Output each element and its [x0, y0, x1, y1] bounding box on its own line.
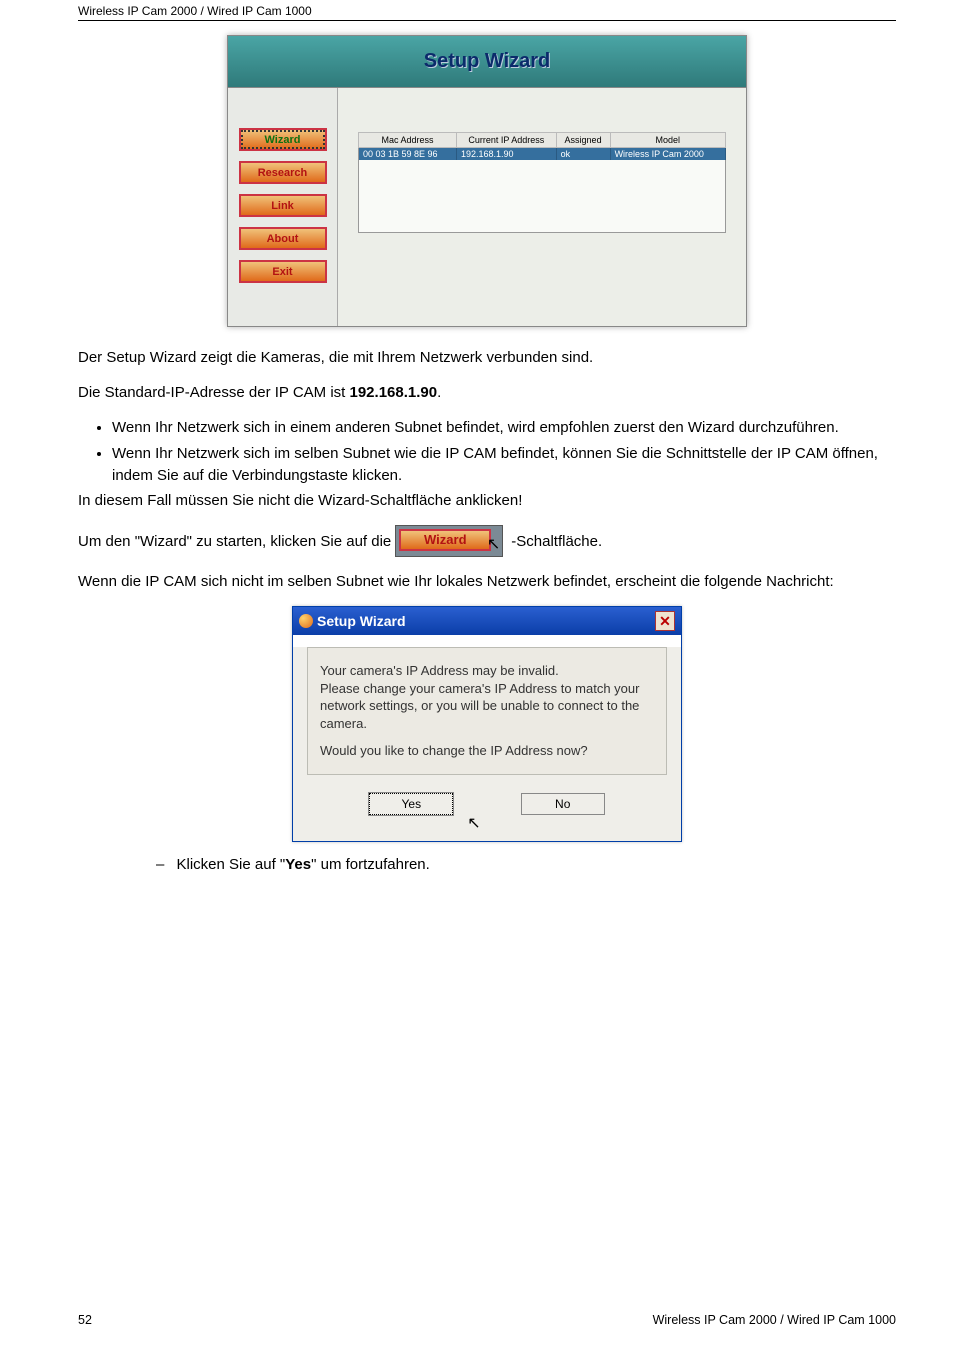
- close-button[interactable]: ✕: [655, 611, 675, 631]
- cell-mac: 00 03 1B 59 8E 96: [359, 148, 457, 161]
- wizard-body: Wizard Research Link About Exit Mac Addr…: [227, 87, 747, 327]
- text: Die Standard-IP-Adresse der IP CAM ist: [78, 384, 350, 401]
- wizard-banner: Setup Wizard: [227, 35, 747, 87]
- ip-warning-dialog: Setup Wizard ✕ Your camera's IP Address …: [292, 606, 682, 842]
- text: -Schaltfläche.: [511, 531, 602, 552]
- wizard-main: Mac Address Current IP Address Assigned …: [338, 88, 746, 326]
- sidebar-exit-button[interactable]: Exit: [239, 260, 327, 283]
- inline-wizard-button-image: Wizard ↖: [395, 525, 503, 557]
- dialog-message: Your camera's IP Address may be invalid.…: [307, 647, 667, 775]
- text: " um fortzufahren.: [311, 856, 430, 873]
- cursor-icon: ↖: [467, 813, 480, 833]
- th-mac: Mac Address: [359, 133, 457, 148]
- paragraph: Die Standard-IP-Adresse der IP CAM ist 1…: [78, 382, 896, 403]
- wizard-start-line: Um den "Wizard" zu starten, klicken Sie …: [78, 525, 896, 557]
- app-icon: [299, 614, 313, 628]
- text: Klicken Sie auf ": [177, 856, 286, 873]
- table-header-row: Mac Address Current IP Address Assigned …: [359, 133, 726, 148]
- text: Um den "Wizard" zu starten, klicken Sie …: [78, 531, 391, 552]
- footer-text: Wireless IP Cam 2000 / Wired IP Cam 1000: [653, 1313, 896, 1327]
- cell-model: Wireless IP Cam 2000: [610, 148, 725, 161]
- page-number: 52: [78, 1313, 92, 1327]
- yes-button[interactable]: Yes: [369, 793, 453, 815]
- paragraph: Wenn die IP CAM sich nicht im selben Sub…: [78, 571, 896, 592]
- cursor-icon: ↖: [487, 534, 500, 556]
- yes-bold: Yes: [285, 856, 311, 873]
- wizard-button[interactable]: Wizard: [399, 529, 491, 551]
- dialog-title: Setup Wizard: [317, 613, 406, 629]
- header-title: Wireless IP Cam 2000 / Wired IP Cam 1000: [78, 4, 312, 18]
- th-ip: Current IP Address: [457, 133, 557, 148]
- page-footer: 52 Wireless IP Cam 2000 / Wired IP Cam 1…: [78, 1313, 896, 1327]
- paragraph: In diesem Fall müssen Sie nicht die Wiza…: [78, 490, 896, 511]
- th-model: Model: [610, 133, 725, 148]
- text: .: [437, 384, 441, 401]
- dialog-line: Would you like to change the IP Address …: [320, 742, 654, 760]
- dialog-titlebar: Setup Wizard ✕: [293, 607, 681, 635]
- dialog-line: Your camera's IP Address may be invalid.: [320, 662, 654, 680]
- setup-wizard-window: Setup Wizard Wizard Research Link About …: [227, 35, 747, 327]
- dialog-line: Please change your camera's IP Address t…: [320, 680, 654, 733]
- camera-table: Mac Address Current IP Address Assigned …: [358, 132, 726, 233]
- sidebar-wizard-button[interactable]: Wizard: [239, 128, 327, 151]
- bullet-list: Wenn Ihr Netzwerk sich in einem anderen …: [112, 417, 896, 486]
- sidebar-about-button[interactable]: About: [239, 227, 327, 250]
- dash-item: Klicken Sie auf "Yes" um fortzufahren.: [176, 856, 896, 873]
- dialog-body: Your camera's IP Address may be invalid.…: [293, 647, 681, 841]
- dialog-button-row: Yes ↖ No: [293, 787, 681, 841]
- cell-assigned: ok: [556, 148, 610, 161]
- page-header: Wireless IP Cam 2000 / Wired IP Cam 1000: [78, 0, 896, 21]
- cell-ip: 192.168.1.90: [457, 148, 557, 161]
- list-item: Wenn Ihr Netzwerk sich im selben Subnet …: [112, 443, 896, 487]
- th-assigned: Assigned: [556, 133, 610, 148]
- wizard-sidebar: Wizard Research Link About Exit: [228, 88, 338, 326]
- sidebar-research-button[interactable]: Research: [239, 161, 327, 184]
- table-row[interactable]: 00 03 1B 59 8E 96 192.168.1.90 ok Wirele…: [359, 148, 726, 161]
- default-ip: 192.168.1.90: [350, 384, 438, 401]
- close-icon: ✕: [659, 613, 671, 630]
- paragraph: Der Setup Wizard zeigt die Kameras, die …: [78, 347, 896, 368]
- no-button[interactable]: No: [521, 793, 605, 815]
- content: Setup Wizard Wizard Research Link About …: [0, 21, 954, 873]
- sidebar-link-button[interactable]: Link: [239, 194, 327, 217]
- list-item: Wenn Ihr Netzwerk sich in einem anderen …: [112, 417, 896, 439]
